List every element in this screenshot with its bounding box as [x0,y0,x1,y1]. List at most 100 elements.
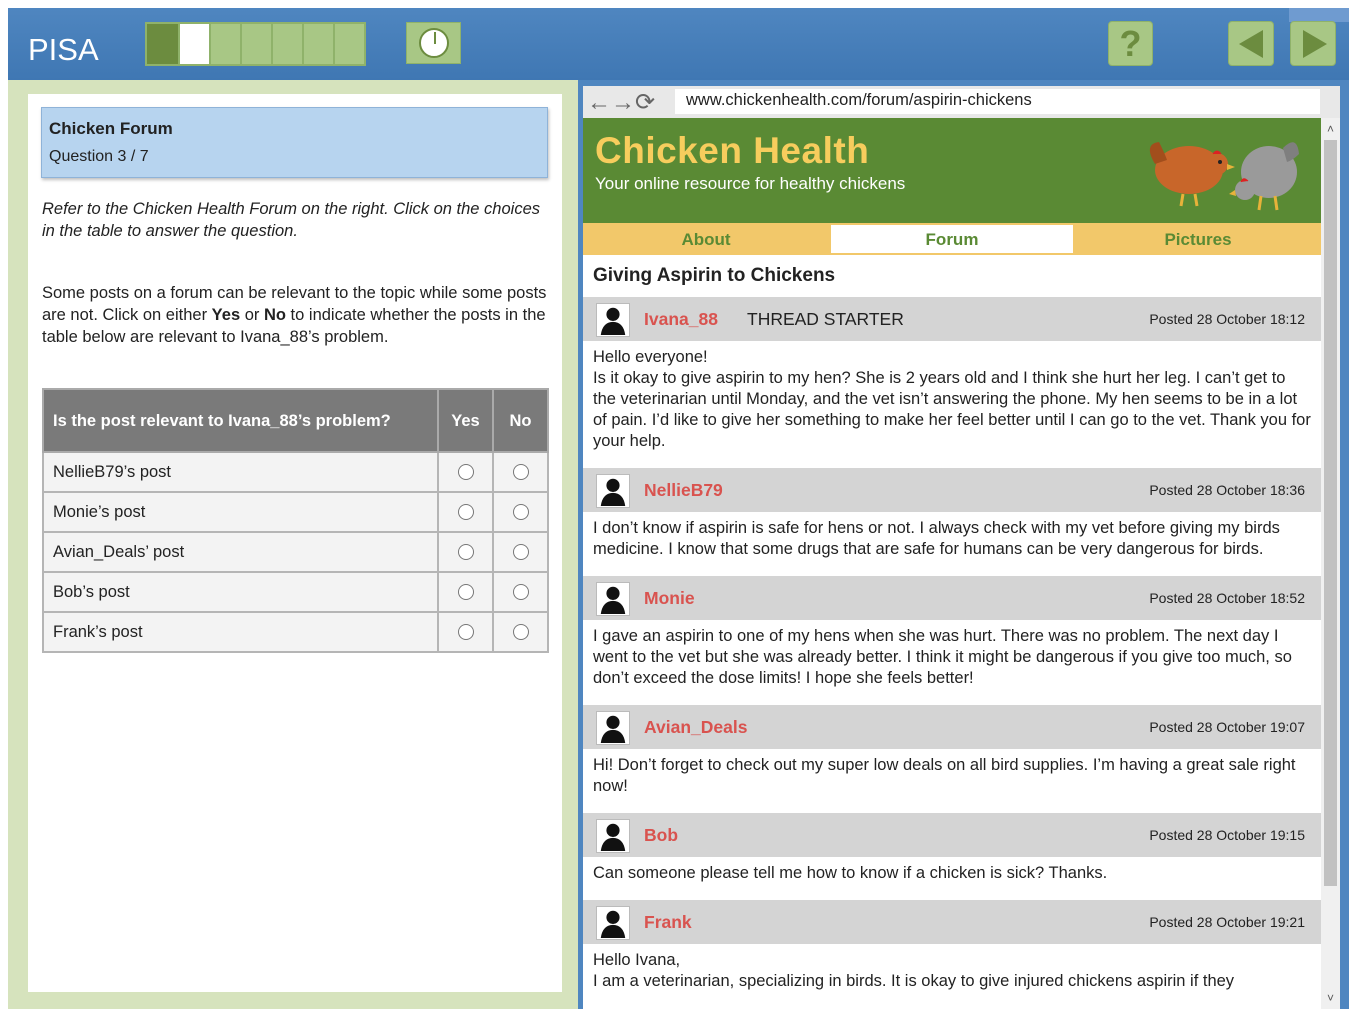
table-row: Monie’s post [42,491,549,533]
tab-about[interactable]: About [583,223,829,255]
post-username: Monie [644,588,695,608]
scroll-down-icon[interactable]: ˅ [1321,989,1340,1007]
table-row: NellieB79’s post [42,451,549,493]
answer-table: Is the post relevant to Ivana_88’s probl… [42,388,549,653]
post-text: I am a veterinarian, specializing in bir… [593,972,1235,990]
no-radio[interactable] [512,464,529,481]
yes-cell[interactable] [437,571,494,613]
url-field[interactable]: www.chickenhealth.com/forum/aspirin-chic… [675,89,1320,114]
post-header: Monie Posted 28 October 18:52 [583,574,1321,620]
site-banner: Chicken Health Your online resource for … [583,118,1321,223]
scroll-up-icon[interactable]: ˄ [1321,120,1340,138]
no-cell[interactable] [492,491,549,533]
row-label: Avian_Deals’ post [42,531,439,573]
post-username: Ivana_88 [644,309,718,329]
post-body: I don’t know if aspirin is safe for hens… [583,512,1321,574]
simulated-browser: ←→⟳ www.chickenhealth.com/forum/aspirin-… [583,86,1340,1009]
table-header-question: Is the post relevant to Ivana_88’s probl… [42,388,439,453]
next-button[interactable] [1290,21,1336,66]
description-no: No [263,306,286,324]
progress-segment [302,24,333,64]
hen-illustration [1149,142,1299,211]
question-description: Some posts on a forum can be relevant to… [42,282,552,348]
web-page: Chicken Health Your online resource for … [583,118,1321,1009]
forum-post: NellieB79 Posted 28 October 18:36 I don’… [583,466,1321,574]
post-text: Hello everyone! [593,348,708,366]
top-right-corner-tab [1289,8,1349,22]
tab-pictures[interactable]: Pictures [1075,223,1321,255]
post-header: Ivana_88 THREAD STARTER Posted 28 Octobe… [583,295,1321,341]
question-title: Chicken Forum [49,119,173,138]
question-instruction: Refer to the Chicken Health Forum on the… [42,200,540,240]
row-label: Monie’s post [42,491,439,533]
post-body: Can someone please tell me how to know i… [583,857,1321,898]
thread-title: Giving Aspirin to Chickens [593,265,836,286]
post-username: Bob [644,825,679,845]
yes-radio[interactable] [457,584,474,601]
yes-cell[interactable] [437,531,494,573]
forum-post: Frank Posted 28 October 19:21 Hello Ivan… [583,898,1321,1006]
post-header: Bob Posted 28 October 19:15 [583,811,1321,857]
browser-forward-icon[interactable]: → [611,89,635,116]
no-radio[interactable] [512,624,529,641]
post-timestamp: Posted 28 October 18:36 [1149,482,1305,498]
post-timestamp: Posted 28 October 19:07 [1149,719,1305,735]
question-content: Chicken Forum Question 3 / 7 Refer to th… [28,94,562,992]
site-tabs: About Forum Pictures [583,223,1321,255]
post-body: Hello everyone! Is it okay to give aspir… [583,341,1321,466]
reload-icon[interactable]: ⟳ [635,89,655,116]
user-avatar-icon [596,474,630,508]
post-header: Avian_Deals Posted 28 October 19:07 [583,703,1321,749]
no-radio[interactable] [512,544,529,561]
browser-nav-icons: ←→⟳ [587,88,655,117]
no-radio[interactable] [512,584,529,601]
table-row: Avian_Deals’ post [42,531,549,573]
post-text: I don’t know if aspirin is safe for hens… [593,519,1280,558]
table-row: Frank’s post [42,611,549,653]
row-label: Frank’s post [42,611,439,653]
yes-radio[interactable] [457,544,474,561]
post-username: Avian_Deals [644,717,748,737]
app-brand: PISA [28,32,99,67]
no-radio[interactable] [512,504,529,521]
yes-cell[interactable] [437,611,494,653]
stimulus-panel: ←→⟳ www.chickenhealth.com/forum/aspirin-… [578,80,1349,1009]
no-cell[interactable] [492,611,549,653]
page-scrollbar[interactable]: ˄ ˅ [1321,118,1340,1009]
post-header: Frank Posted 28 October 19:21 [583,898,1321,944]
no-cell[interactable] [492,531,549,573]
progress-segment-current [178,24,209,64]
progress-segment [240,24,271,64]
post-text: I gave an aspirin to one of my hens when… [593,627,1292,687]
progress-segment [209,24,240,64]
top-bar: PISA ? [8,8,1349,80]
question-number: Question 3 / 7 [49,148,149,165]
yes-radio[interactable] [457,624,474,641]
post-username: Frank [644,912,692,932]
post-header: NellieB79 Posted 28 October 18:36 [583,466,1321,512]
scrollbar-thumb[interactable] [1324,140,1337,886]
forward-arrow-icon [1303,30,1327,58]
post-username: NellieB79 [644,480,723,500]
no-cell[interactable] [492,451,549,493]
post-timestamp: Posted 28 October 18:12 [1149,311,1305,327]
question-panel: Chicken Forum Question 3 / 7 Refer to th… [8,80,578,1009]
user-avatar-icon [596,906,630,940]
back-button[interactable] [1228,21,1274,66]
description-yes: Yes [211,306,241,324]
post-timestamp: Posted 28 October 19:15 [1149,827,1305,843]
progress-segment [147,24,178,64]
yes-radio[interactable] [457,504,474,521]
user-avatar-icon [596,582,630,616]
forum-post: Bob Posted 28 October 19:15 Can someone … [583,811,1321,898]
tab-forum[interactable]: Forum [829,223,1075,255]
no-cell[interactable] [492,571,549,613]
forum-post: Ivana_88 THREAD STARTER Posted 28 Octobe… [583,295,1321,466]
yes-radio[interactable] [457,464,474,481]
yes-cell[interactable] [437,451,494,493]
help-button[interactable]: ? [1108,21,1153,66]
yes-cell[interactable] [437,491,494,533]
browser-back-icon[interactable]: ← [587,89,611,116]
timer-button[interactable] [406,22,461,64]
help-icon: ? [1119,22,1142,64]
